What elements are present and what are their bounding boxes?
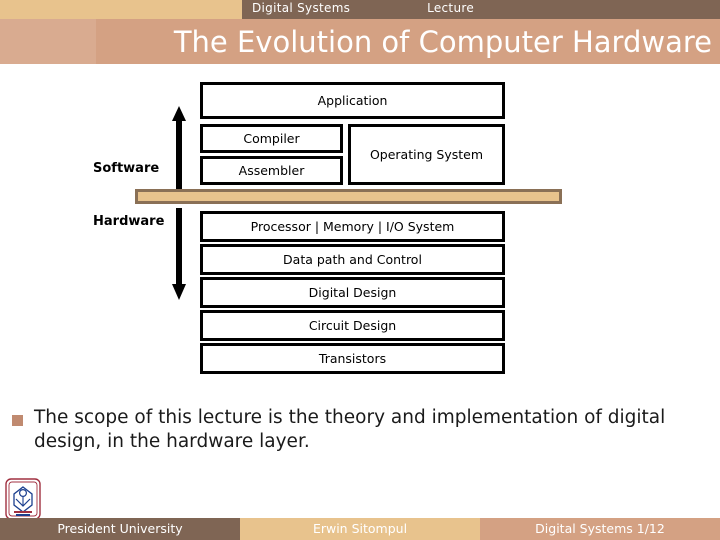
layer-box-compiler: Compiler	[200, 124, 343, 153]
footer-course-page: Digital Systems 1/12	[480, 518, 720, 540]
layer-box-operating-system: Operating System	[348, 124, 505, 185]
layer-label-compiler: Compiler	[243, 131, 300, 146]
hardware-down-arrow	[172, 208, 186, 300]
layer-box-digital-design: Digital Design	[200, 277, 505, 308]
layer-label-operating-system: Operating System	[369, 147, 484, 162]
header-strip-left	[0, 0, 242, 19]
layer-label-assembler: Assembler	[238, 163, 305, 178]
layer-label-3: Circuit Design	[308, 318, 397, 333]
layer-box-datapath-control: Data path and Control	[200, 244, 505, 275]
course-name-label: Digital Systems	[252, 1, 351, 15]
university-logo	[5, 478, 41, 520]
layer-label-4: Transistors	[318, 351, 387, 366]
layer-label-application: Application	[317, 93, 388, 108]
software-hardware-divider	[135, 189, 562, 204]
bullet-square-icon	[12, 415, 23, 426]
layer-box-circuit-design: Circuit Design	[200, 310, 505, 341]
footer-bar: President University Erwin Sitompul Digi…	[0, 518, 720, 540]
layer-box-transistors: Transistors	[200, 343, 505, 374]
lecture-label: Lecture	[427, 1, 474, 15]
layer-box-application: Application	[200, 82, 505, 119]
bullet-block: The scope of this lecture is the theory …	[12, 406, 702, 454]
footer-author: Erwin Sitompul	[240, 518, 480, 540]
software-side-label: Software	[93, 161, 160, 176]
layer-box-processor-memory-io: Processor | Memory | I/O System	[200, 211, 505, 242]
page-title: The Evolution of Computer Hardware	[173, 25, 712, 59]
layer-box-assembler: Assembler	[200, 156, 343, 185]
footer-university: President University	[0, 518, 240, 540]
bullet-text: The scope of this lecture is the theory …	[34, 407, 666, 452]
layer-label-1: Data path and Control	[283, 252, 422, 267]
hardware-side-label: Hardware	[93, 214, 165, 229]
layer-label-2: Digital Design	[308, 285, 397, 300]
software-up-arrow	[172, 106, 186, 190]
layer-label-0: Processor | Memory | I/O System	[250, 219, 455, 234]
